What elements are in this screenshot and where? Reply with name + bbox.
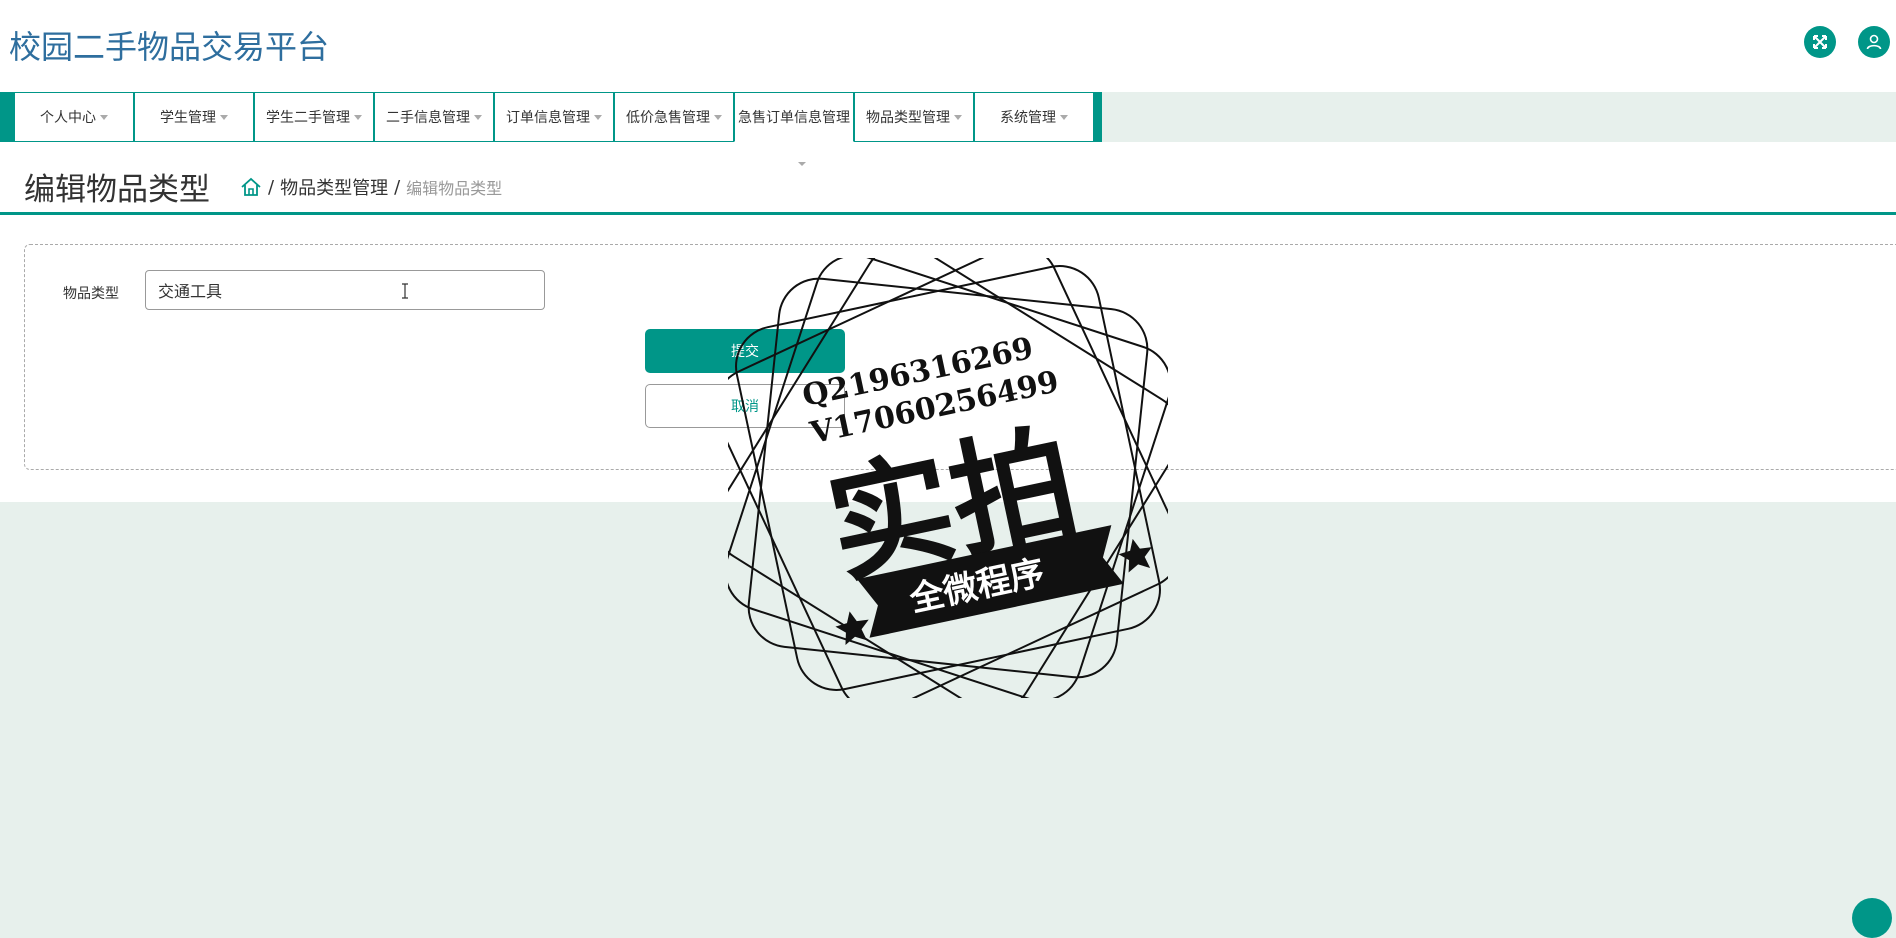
main-nav: 个人中心 学生管理 学生二手管理 二手信息管理 订单信息管理 低价急售管理 急售… [0,92,1102,142]
breadcrumb: / 物品类型管理 / 编辑物品类型 [240,174,502,200]
dropdown-arrow-icon [798,162,806,166]
caret-down-icon [954,114,962,120]
caret-down-icon [220,114,228,120]
nav-item-urgent-orders[interactable]: 急售订单信息管理 [734,92,854,142]
breadcrumb-current: 编辑物品类型 [406,179,503,198]
caret-down-icon [714,114,722,120]
caret-down-icon [474,114,482,120]
app-title: 校园二手物品交易平台 [9,28,330,66]
caret-down-icon [100,114,108,120]
caret-down-icon [1060,114,1068,120]
title-underline [0,212,1896,215]
nav-item-clearance-sale[interactable]: 低价急售管理 [614,92,734,142]
text-cursor-icon [402,283,408,299]
breadcrumb-parent-link[interactable]: 物品类型管理 [280,174,388,200]
page-title: 编辑物品类型 [24,172,210,208]
watermark-stamp: Q2196316269 V17060256499 实拍 全微程序 [728,258,1168,698]
top-header: 校园二手物品交易平台 [0,0,1896,92]
nav-items: 个人中心 学生管理 学生二手管理 二手信息管理 订单信息管理 低价急售管理 急售… [14,92,1094,142]
item-type-input[interactable] [145,270,545,310]
nav-item-profile-center[interactable]: 个人中心 [14,92,134,142]
caret-down-icon [594,114,602,120]
nav-item-item-type-management[interactable]: 物品类型管理 [854,92,974,142]
fullscreen-icon [1813,35,1827,49]
nav-item-order-info[interactable]: 订单信息管理 [494,92,614,142]
user-button[interactable] [1858,26,1890,58]
user-icon [1866,34,1882,50]
breadcrumb-separator: / [268,176,275,198]
fullscreen-button[interactable] [1804,26,1836,58]
floating-action-button[interactable] [1852,898,1892,938]
breadcrumb-separator: / [394,176,401,198]
caret-down-icon [354,114,362,120]
home-icon[interactable] [240,176,262,198]
nav-item-student-secondhand[interactable]: 学生二手管理 [254,92,374,142]
nav-item-secondhand-info[interactable]: 二手信息管理 [374,92,494,142]
nav-item-system-management[interactable]: 系统管理 [974,92,1094,142]
nav-item-student-management[interactable]: 学生管理 [134,92,254,142]
item-type-label: 物品类型 [63,286,119,302]
